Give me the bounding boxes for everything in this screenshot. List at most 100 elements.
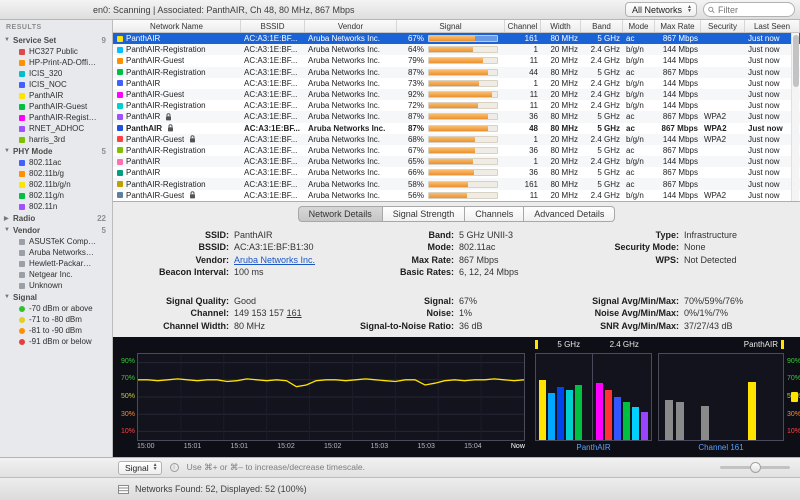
column-header-security[interactable]: Security: [701, 20, 745, 32]
sidebar-item[interactable]: Netgear Inc.: [0, 269, 112, 280]
table-row[interactable]: PanthAIR-RegistrationAC:A3:1E:BF...Aruba…: [113, 44, 800, 55]
sidebar-item[interactable]: ICIS_NOC: [0, 79, 112, 90]
signal-cell: 56%: [397, 191, 505, 200]
column-header-max-rate[interactable]: Max Rate: [655, 20, 701, 32]
sidebar-group-signal[interactable]: ▼Signal: [0, 291, 112, 303]
column-header-signal[interactable]: Signal: [397, 20, 505, 32]
sidebar-item[interactable]: 802.11n: [0, 201, 112, 212]
tab-channels[interactable]: Channels: [465, 206, 524, 222]
column-header-width[interactable]: Width: [541, 20, 581, 32]
table-row[interactable]: PanthAIRAC:A3:1E:BF...Aruba Networks Inc…: [113, 123, 800, 134]
sidebar-item[interactable]: Hewlett-Packar…: [0, 258, 112, 269]
tab-network-details[interactable]: Network Details: [298, 206, 383, 222]
ssid-color-chip: [117, 80, 123, 86]
column-header-bssid[interactable]: BSSID: [241, 20, 305, 32]
sidebar-item[interactable]: PanthAIR: [0, 90, 112, 101]
sidebar-item[interactable]: -70 dBm or above: [0, 303, 112, 314]
disclosure-triangle-icon[interactable]: ▼: [4, 37, 13, 43]
table-view-icon[interactable]: [118, 485, 129, 494]
sidebar-item[interactable]: PanthAIR-Guest: [0, 101, 112, 112]
table-row[interactable]: PanthAIR-RegistrationAC:A3:1E:BF...Aruba…: [113, 178, 800, 189]
column-header-last-seen[interactable]: Last Seen: [745, 20, 800, 32]
disclosure-triangle-icon[interactable]: ▶: [4, 215, 13, 222]
sidebar-item[interactable]: ICIS_320: [0, 68, 112, 79]
band-cell: 2.4 GHz: [581, 56, 623, 65]
disclosure-triangle-icon[interactable]: ▼: [4, 294, 13, 300]
level-handle[interactable]: [791, 392, 798, 402]
table-scrollbar[interactable]: [791, 33, 799, 201]
table-row[interactable]: PanthAIRAC:A3:1E:BF...Aruba Networks Inc…: [113, 156, 800, 167]
table-row[interactable]: PanthAIRAC:A3:1E:BF...Aruba Networks Inc…: [113, 33, 800, 44]
table-row[interactable]: PanthAIR-RegistrationAC:A3:1E:BF...Aruba…: [113, 145, 800, 156]
vendor-cell: Aruba Networks Inc.: [305, 90, 397, 99]
width-cell: 20 MHz: [541, 56, 581, 65]
table-row[interactable]: PanthAIR-RegistrationAC:A3:1E:BF...Aruba…: [113, 100, 800, 111]
sidebar-item[interactable]: 802.11b/g: [0, 168, 112, 179]
sidebar-item[interactable]: -71 to -80 dBm: [0, 314, 112, 325]
table-row[interactable]: PanthAIR-GuestAC:A3:1E:BF...Aruba Networ…: [113, 134, 800, 145]
maxrate-cell: 144 Mbps: [655, 79, 701, 88]
slider-knob[interactable]: [750, 462, 761, 473]
item-color-icon: [19, 182, 25, 188]
sidebar-item[interactable]: HP-Print-AD-Offi…: [0, 57, 112, 68]
sidebar-tree: ▼Service Set9HC327 PublicHP-Print-AD-Off…: [0, 34, 112, 347]
sidebar-item[interactable]: 802.11ac: [0, 157, 112, 168]
sidebar-item[interactable]: Aruba Networks…: [0, 247, 112, 258]
signal-cell: 72%: [397, 101, 505, 110]
width-cell: 20 MHz: [541, 79, 581, 88]
detail-value: 6, 12, 24 Mbps: [459, 267, 519, 278]
time-tick: Now: [511, 443, 525, 450]
table-row[interactable]: PanthAIR-GuestAC:A3:1E:BF...Aruba Networ…: [113, 55, 800, 66]
sidebar-group-radio[interactable]: ▶Radio22: [0, 212, 112, 224]
detail-row: Noise Avg/Min/Max:0%/1%/7%: [569, 308, 794, 319]
tab-signal-strength[interactable]: Signal Strength: [383, 206, 466, 222]
mode-cell: b/g/n: [623, 56, 655, 65]
band-cell: 2.4 GHz: [581, 191, 623, 200]
disclosure-triangle-icon[interactable]: ▼: [4, 227, 13, 233]
network-name: PanthAIR-Registration: [126, 146, 206, 155]
sidebar-item[interactable]: RNET_ADHOC: [0, 123, 112, 134]
sidebar-item[interactable]: 802.11b/g/n: [0, 179, 112, 190]
column-header-vendor[interactable]: Vendor: [305, 20, 397, 32]
tab-advanced-details[interactable]: Advanced Details: [524, 206, 615, 222]
column-header-band[interactable]: Band: [581, 20, 623, 32]
band-cell: 5 GHz: [581, 180, 623, 189]
table-row[interactable]: PanthAIRAC:A3:1E:BF...Aruba Networks Inc…: [113, 167, 800, 178]
table-row[interactable]: PanthAIR-RegistrationAC:A3:1E:BF...Aruba…: [113, 67, 800, 78]
column-header-network-name[interactable]: Network Name: [113, 20, 241, 32]
vendor-link[interactable]: Aruba Networks Inc.: [234, 255, 315, 266]
sidebar-item[interactable]: 802.11g/n: [0, 190, 112, 201]
filter-input[interactable]: [718, 5, 790, 15]
sidebar-group-vendor[interactable]: ▼Vendor5: [0, 224, 112, 236]
filter-field[interactable]: [703, 2, 795, 17]
column-header-channel[interactable]: Channel: [505, 20, 541, 32]
network-scope-popup[interactable]: All Networks ▲▼: [625, 2, 697, 17]
table-row[interactable]: PanthAIR-GuestAC:A3:1E:BF...Aruba Networ…: [113, 190, 800, 201]
signal-cell: 87%: [397, 112, 505, 121]
channel-tick-icon: [781, 340, 784, 349]
timescale-slider[interactable]: [720, 461, 790, 474]
disclosure-triangle-icon[interactable]: ▼: [4, 148, 13, 154]
detail-value: 0%/1%/7%: [684, 308, 728, 319]
mode-cell: b/g/n: [623, 157, 655, 166]
column-header-mode[interactable]: Mode: [623, 20, 655, 32]
table-row[interactable]: PanthAIR-GuestAC:A3:1E:BF...Aruba Networ…: [113, 89, 800, 100]
sidebar-item[interactable]: -91 dBm or below: [0, 336, 112, 347]
sidebar-item[interactable]: Unknown: [0, 280, 112, 291]
sidebar-item[interactable]: harris_3rd: [0, 134, 112, 145]
metric-popup[interactable]: Signal ▲▼: [118, 461, 162, 475]
sidebar-item[interactable]: -81 to -90 dBm: [0, 325, 112, 336]
sidebar-group-service-set[interactable]: ▼Service Set9: [0, 34, 112, 46]
channel-chart-header: PanthAIR: [658, 340, 784, 349]
signal-bar: [428, 80, 498, 87]
sidebar-item[interactable]: HC327 Public: [0, 46, 112, 57]
scrollbar-thumb[interactable]: [793, 35, 799, 87]
networks-found-text: Networks Found: 52, Displayed: 52 (100%): [135, 484, 307, 494]
signal-cell: 79%: [397, 56, 505, 65]
table-row[interactable]: PanthAIRAC:A3:1E:BF...Aruba Networks Inc…: [113, 78, 800, 89]
table-row[interactable]: PanthAIRAC:A3:1E:BF...Aruba Networks Inc…: [113, 111, 800, 122]
sidebar-group-phy-mode[interactable]: ▼PHY Mode5: [0, 145, 112, 157]
sidebar-item[interactable]: ASUSTeK Comp…: [0, 236, 112, 247]
detail-row: Noise:1%: [344, 308, 569, 319]
sidebar-item[interactable]: PanthAIR-Regist…: [0, 112, 112, 123]
